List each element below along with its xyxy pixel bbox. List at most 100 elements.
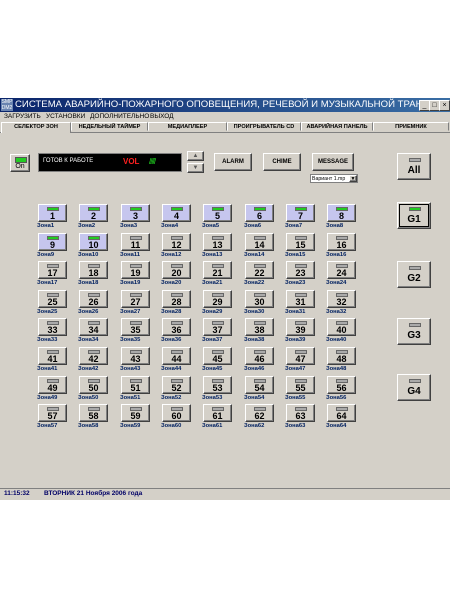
zone-number: 57 [47, 411, 58, 421]
zone-button-60[interactable]: 60 [162, 404, 191, 422]
zone-number: 42 [88, 354, 99, 364]
zone-button-55[interactable]: 55 [286, 376, 315, 394]
zone-button-57[interactable]: 57 [38, 404, 67, 422]
zone-button-39[interactable]: 39 [286, 318, 315, 336]
zone-button-61[interactable]: 61 [203, 404, 232, 422]
zone-button-33[interactable]: 33 [38, 318, 67, 336]
zone-button-43[interactable]: 43 [121, 347, 150, 365]
tab-weekly-timer[interactable]: НЕДЕЛЬНЫЙ ТАЙМЕР [71, 122, 148, 131]
zone-number: 41 [47, 354, 58, 364]
zone-button-45[interactable]: 45 [203, 347, 232, 365]
group-button-g2[interactable]: G2 [397, 261, 431, 288]
menu-additional[interactable]: ДОПОЛНИТЕЛЬНО [90, 112, 149, 122]
group-button-g4[interactable]: G4 [397, 374, 431, 401]
app-logo-icon: SMP DM2 [1, 99, 13, 111]
zone-button-63[interactable]: 63 [286, 404, 315, 422]
zone-button-31[interactable]: 31 [286, 290, 315, 308]
zone-button-64[interactable]: 64 [327, 404, 356, 422]
zone-button-47[interactable]: 47 [286, 347, 315, 365]
tab-zone-selector[interactable]: СЕЛЕКТОР ЗОН [1, 122, 71, 133]
zone-button-13[interactable]: 13 [203, 233, 232, 251]
zone-button-21[interactable]: 21 [203, 261, 232, 279]
zone-button-62[interactable]: 62 [245, 404, 274, 422]
zone-button-2[interactable]: 2 [79, 204, 108, 222]
volume-down-button[interactable]: ▼ [187, 163, 204, 173]
message-variant-select[interactable]: Вариант 1.mp ▼ [310, 174, 358, 183]
zone-button-11[interactable]: 11 [121, 233, 150, 251]
group-button-g1[interactable]: G1 [397, 202, 431, 229]
zone-button-12[interactable]: 12 [162, 233, 191, 251]
zone-label: Зона63 [285, 423, 306, 429]
zone-button-53[interactable]: 53 [203, 376, 232, 394]
message-button[interactable]: MESSAGE [312, 153, 354, 171]
zone-button-28[interactable]: 28 [162, 290, 191, 308]
zone-button-25[interactable]: 25 [38, 290, 67, 308]
zone-button-5[interactable]: 5 [203, 204, 232, 222]
menu-load[interactable]: ЗАГРУЗИТЬ [4, 112, 41, 122]
zone-button-35[interactable]: 35 [121, 318, 150, 336]
zone-button-51[interactable]: 51 [121, 376, 150, 394]
zone-button-54[interactable]: 54 [245, 376, 274, 394]
group-button-g3[interactable]: G3 [397, 318, 431, 345]
zone-button-16[interactable]: 16 [327, 233, 356, 251]
zone-label: Зона25 [37, 309, 58, 315]
zone-button-18[interactable]: 18 [79, 261, 108, 279]
chevron-down-icon[interactable]: ▼ [349, 175, 357, 182]
chime-button[interactable]: CHIME [263, 153, 301, 171]
zone-number: 27 [130, 297, 141, 307]
zone-button-50[interactable]: 50 [79, 376, 108, 394]
tab-cd-player[interactable]: ПРОИГРЫВАТЕЛЬ CD [227, 122, 301, 131]
zone-button-23[interactable]: 23 [286, 261, 315, 279]
zone-button-32[interactable]: 32 [327, 290, 356, 308]
zone-label: Зона51 [120, 395, 141, 401]
zone-button-59[interactable]: 59 [121, 404, 150, 422]
zone-button-24[interactable]: 24 [327, 261, 356, 279]
zone-button-52[interactable]: 52 [162, 376, 191, 394]
zone-button-15[interactable]: 15 [286, 233, 315, 251]
zone-label: Зона43 [120, 366, 141, 372]
zone-button-29[interactable]: 29 [203, 290, 232, 308]
close-button[interactable]: × [439, 100, 450, 111]
zone-button-37[interactable]: 37 [203, 318, 232, 336]
menu-settings[interactable]: УСТАНОВКИ [46, 112, 85, 122]
group-button-all[interactable]: All [397, 153, 431, 180]
zone-button-8[interactable]: 8 [327, 204, 356, 222]
zone-button-3[interactable]: 3 [121, 204, 150, 222]
tab-emergency-panel[interactable]: АВАРИЙНАЯ ПАНЕЛЬ [301, 122, 373, 131]
group-label: G1 [407, 214, 421, 225]
zone-button-48[interactable]: 48 [327, 347, 356, 365]
zone-button-44[interactable]: 44 [162, 347, 191, 365]
volume-up-button[interactable]: ▲ [187, 151, 204, 161]
tab-media-player[interactable]: МЕДИАПЛЕЕР [148, 122, 227, 131]
zone-button-14[interactable]: 14 [245, 233, 274, 251]
zone-number: 59 [130, 411, 141, 421]
zone-button-58[interactable]: 58 [79, 404, 108, 422]
zone-button-36[interactable]: 36 [162, 318, 191, 336]
zone-button-38[interactable]: 38 [245, 318, 274, 336]
zone-button-10[interactable]: 10 [79, 233, 108, 251]
zone-button-49[interactable]: 49 [38, 376, 67, 394]
zone-button-46[interactable]: 46 [245, 347, 274, 365]
alarm-button[interactable]: ALARM [214, 153, 252, 171]
tab-receiver[interactable]: ПРИЕМНИК [373, 122, 449, 131]
zone-button-9[interactable]: 9 [38, 233, 67, 251]
zone-button-41[interactable]: 41 [38, 347, 67, 365]
zone-button-17[interactable]: 17 [38, 261, 67, 279]
zone-button-4[interactable]: 4 [162, 204, 191, 222]
on-button[interactable]: On [10, 154, 30, 172]
menu-exit[interactable]: ВЫХОД [150, 112, 174, 122]
zone-button-6[interactable]: 6 [245, 204, 274, 222]
zone-button-7[interactable]: 7 [286, 204, 315, 222]
group-led-icon [409, 158, 421, 162]
zone-button-42[interactable]: 42 [79, 347, 108, 365]
zone-button-22[interactable]: 22 [245, 261, 274, 279]
zone-button-27[interactable]: 27 [121, 290, 150, 308]
zone-button-30[interactable]: 30 [245, 290, 274, 308]
zone-button-19[interactable]: 19 [121, 261, 150, 279]
zone-button-26[interactable]: 26 [79, 290, 108, 308]
zone-button-1[interactable]: 1 [38, 204, 67, 222]
zone-button-40[interactable]: 40 [327, 318, 356, 336]
zone-button-34[interactable]: 34 [79, 318, 108, 336]
zone-button-56[interactable]: 56 [327, 376, 356, 394]
zone-button-20[interactable]: 20 [162, 261, 191, 279]
